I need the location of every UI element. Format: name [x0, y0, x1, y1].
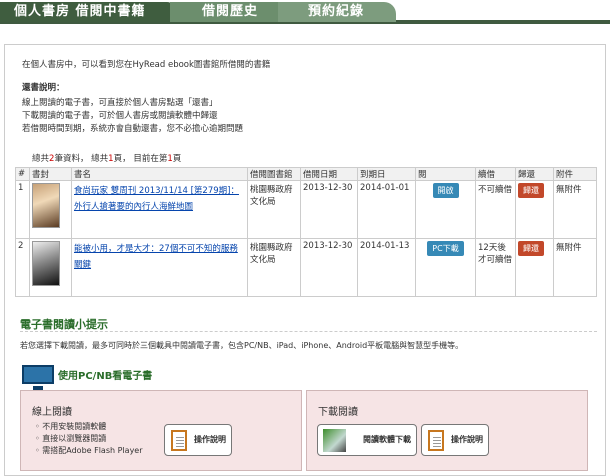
tab-bar: 個人書房 借閱中書籍 借閱歷史 預約紀錄 — [0, 0, 610, 24]
download-guide-button[interactable]: 操作說明 — [421, 424, 489, 456]
header-due-date: 到期日 — [357, 167, 416, 181]
header-attachment: 附件 — [553, 167, 597, 181]
table-row: 1 食尚玩家 雙周刊 2013/11/14 [第279期]：外行人搶著要的內行人… — [15, 180, 597, 239]
book-cover[interactable] — [29, 238, 72, 297]
return-cell: 歸還 — [515, 180, 554, 239]
open-button[interactable]: 開啟 — [432, 183, 459, 198]
header-cover: 書封 — [29, 167, 72, 181]
instruction-line: 下載閱讀的電子書，可於個人書房或閱讀軟體中歸還 — [22, 111, 218, 121]
library-cell: 桃園縣政府文化局 — [247, 180, 301, 239]
software-icon — [323, 429, 346, 452]
table-header: # 書封 書名 借閱圖書館 借閱日期 到期日 閱 續借 歸還 附件 — [15, 167, 597, 181]
action-cell: PC下載 — [415, 238, 476, 297]
header-return: 歸還 — [515, 167, 554, 181]
return-button[interactable]: 歸還 — [518, 183, 544, 198]
borrowed-books-table: # 書封 書名 借閱圖書館 借閱日期 到期日 閱 續借 歸還 附件 1 食尚玩家… — [15, 167, 597, 297]
borrow-date: 2013-12-30 — [300, 180, 358, 239]
pagination-summary: 總共2筆資料， 總共1頁， 目前在第1頁 — [32, 154, 182, 164]
tips-body: 若您選擇下載閱讀，最多可同時於三個載具中閱讀電子書，包含PC/NB、iPad、i… — [20, 341, 464, 350]
reading-tips-heading: 電子書閱讀小提示 — [20, 318, 108, 331]
list-item: 需搭配Adobe Flash Player — [35, 445, 142, 457]
divider — [20, 331, 597, 332]
due-date: 2014-01-01 — [357, 180, 416, 239]
library-cell: 桃園縣政府文化局 — [247, 238, 301, 297]
reading-software-download-button[interactable]: 閱讀軟體下載 — [317, 424, 417, 456]
borrow-date: 2013-12-30 — [300, 238, 358, 297]
intro-text: 在個人書房中，可以看到您在HyRead ebook圖書館所借閱的書籍 — [22, 60, 271, 70]
document-icon — [171, 430, 187, 451]
book-title-link[interactable]: 食尚玩家 雙周刊 2013/11/14 [第279期]：外行人搶著要的內行人海鮮… — [74, 186, 239, 212]
row-number: 2 — [15, 238, 30, 297]
action-cell: 開啟 — [415, 180, 476, 239]
header-renew: 續借 — [475, 167, 516, 181]
download-reading-title: 下載閱讀 — [318, 407, 358, 418]
book-cover[interactable] — [29, 180, 72, 239]
instructions-title: 還書說明： — [22, 83, 65, 93]
renew-status: 12天後才可續借 — [475, 238, 516, 297]
list-item: 直接以瀏覽器閱讀 — [35, 433, 143, 445]
online-guide-button[interactable]: 操作說明 — [164, 424, 232, 456]
renew-status: 不可續借 — [475, 180, 516, 239]
instruction-line: 線上閱讀的電子書，可直接於個人書房點選「還書」 — [22, 98, 218, 108]
pc-download-button[interactable]: PC下載 — [427, 241, 464, 256]
document-icon — [428, 430, 444, 451]
tab-current-books[interactable]: 個人書房 借閱中書籍 — [0, 2, 175, 22]
header-title: 書名 — [71, 167, 248, 181]
book-title-link[interactable]: 能被小用，才是大才：27個不可不知的服務關鍵 — [74, 244, 238, 270]
pcnb-heading: 使用PC/NB看電子書 — [58, 371, 153, 382]
cover-image[interactable] — [32, 183, 60, 228]
due-date: 2014-01-13 — [357, 238, 416, 297]
return-cell: 歸還 — [515, 238, 554, 297]
tab-reservations[interactable]: 預約紀錄 — [278, 2, 396, 22]
attachment-status: 無附件 — [553, 180, 597, 239]
download-reading-panel: 下載閱讀 閱讀軟體下載 操作說明 — [306, 390, 588, 471]
title-cell: 食尚玩家 雙周刊 2013/11/14 [第279期]：外行人搶著要的內行人海鮮… — [71, 180, 248, 239]
attachment-status: 無附件 — [553, 238, 597, 297]
cover-image[interactable] — [32, 241, 60, 286]
online-reading-panel: 線上閱讀 不用安裝閱讀軟體 直接以瀏覽器閱讀 需搭配Adobe Flash Pl… — [20, 390, 302, 471]
row-number: 1 — [15, 180, 30, 239]
header-number: # — [15, 167, 30, 181]
online-reading-list: 不用安裝閱讀軟體 直接以瀏覽器閱讀 需搭配Adobe Flash Player — [35, 421, 143, 457]
tab-history[interactable]: 借閱歷史 — [170, 2, 290, 22]
header-read: 閱 — [415, 167, 476, 181]
header-library: 借閱圖書館 — [247, 167, 301, 181]
instruction-line: 若借閱時間到期，系統亦會自動還書，您不必擔心逾期問題 — [22, 124, 244, 134]
monitor-icon — [22, 365, 54, 391]
title-cell: 能被小用，才是大才：27個不可不知的服務關鍵 — [71, 238, 248, 297]
list-item: 不用安裝閱讀軟體 — [35, 421, 143, 433]
header-borrow-date: 借閱日期 — [300, 167, 358, 181]
table-row: 2 能被小用，才是大才：27個不可不知的服務關鍵 桃園縣政府文化局 2013-1… — [15, 238, 597, 297]
return-button[interactable]: 歸還 — [518, 241, 544, 256]
online-reading-title: 線上閱讀 — [32, 407, 72, 418]
